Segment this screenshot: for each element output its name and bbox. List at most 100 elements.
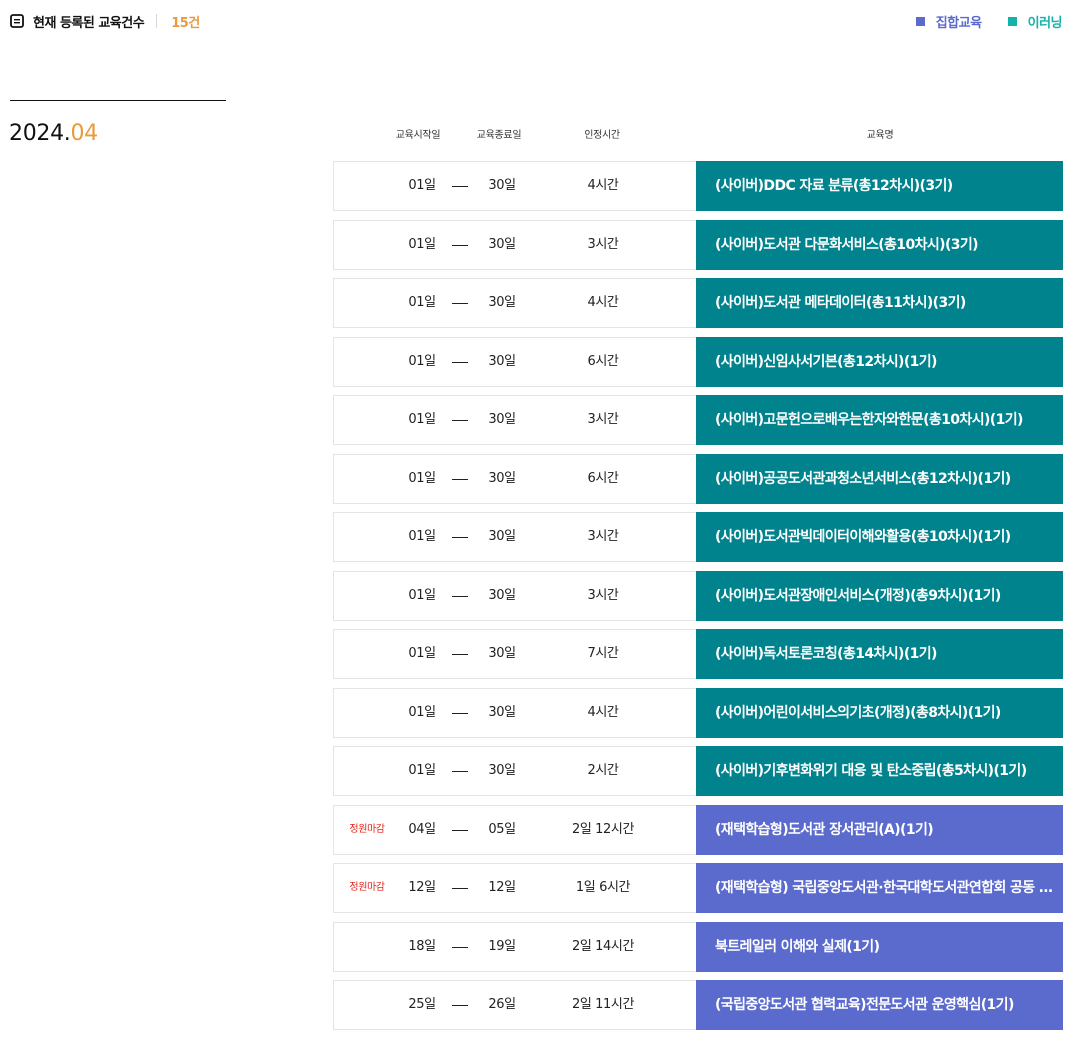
course-row[interactable]: 01일 30일 4시간 (사이버)어린이서비스의기초(개정)(총8차시)(1기) [333, 687, 1063, 738]
legend-group-education[interactable]: 집합교육 [915, 12, 982, 31]
status-badge [334, 689, 400, 737]
date-range-dash [452, 303, 468, 304]
course-title[interactable]: (국립중앙도서관 협력교육)전문도서관 운영핵심(1기) [696, 980, 1063, 1030]
start-date: 01일 [408, 412, 436, 427]
course-schedule: 01일 30일 7시간 [333, 629, 696, 679]
course-title[interactable]: (사이버)DDC 자료 분류(총12차시)(3기) [696, 161, 1063, 211]
course-row[interactable]: 01일 30일 3시간 (사이버)도서관빅데이터이해와활용(총10차시)(1기) [333, 512, 1063, 562]
status-badge [334, 162, 400, 210]
course-title[interactable]: (재택학습형) 국립중앙도서관·한국대학도서관연합회 공동 교육 [696, 863, 1063, 913]
course-schedule: 01일 30일 6시간 [333, 453, 696, 504]
legend-swatch-group [915, 16, 925, 26]
course-title[interactable]: 북트레일러 이해와 실제(1기) [696, 921, 1063, 972]
date-range-dash [452, 946, 468, 948]
course-count-value: 15건 [171, 15, 200, 31]
month-number: 04 [70, 121, 98, 146]
status-badge [334, 221, 400, 269]
start-date: 01일 [408, 529, 436, 544]
course-title[interactable]: (사이버)도서관 다문화서비스(총10차시)(3기) [696, 219, 1063, 270]
end-date: 30일 [488, 763, 516, 778]
end-date: 05일 [488, 821, 516, 837]
end-date: 30일 [488, 295, 516, 310]
course-list: 01일 30일 4시간 (사이버)DDC 자료 분류(총12차시)(3기) 01일 30일… [333, 161, 1063, 1039]
credit-hours: 2일 12시간 [571, 821, 635, 837]
course-row[interactable]: 정원마감 12일 12일 1일 6시간 (재택학습형) 국립중앙도서관·한국대학도서관연… [333, 863, 1063, 913]
end-date: 30일 [488, 470, 516, 486]
column-end-date: 교육종료일 [476, 130, 522, 141]
end-date: 12일 [488, 880, 516, 895]
course-row[interactable]: 01일 30일 3시간 (사이버)도서관 다문화서비스(총10차시)(3기) [333, 219, 1063, 270]
legend-label-group: 집합교육 [935, 15, 982, 31]
end-date: 30일 [488, 236, 516, 252]
course-title[interactable]: (사이버)어린이서비스의기초(개정)(총8차시)(1기) [696, 687, 1063, 738]
date-range-dash [452, 888, 468, 889]
month-year: 2024. [9, 121, 71, 146]
course-title[interactable]: (사이버)독서토론코칭(총14차시)(1기) [696, 629, 1063, 679]
date-range-dash [452, 1005, 468, 1006]
course-schedule: 01일 30일 4시간 [333, 161, 696, 211]
course-title[interactable]: (사이버)공공도서관과청소년서비스(총12차시)(1기) [696, 453, 1063, 504]
course-row[interactable]: 01일 30일 3시간 (사이버)고문헌으로배우는한자와한문(총10차시)(1기) [333, 395, 1063, 445]
status-badge: 정원마감 [349, 823, 385, 835]
course-row[interactable]: 01일 30일 4시간 (사이버)도서관 메타데이터(총11차시)(3기) [333, 278, 1063, 328]
course-row[interactable]: 25일 26일 2일 11시간 (국립중앙도서관 협력교육)전문도서관 운영핵심(1기… [333, 980, 1063, 1030]
legend: 집합교육 이러닝 [915, 10, 1063, 32]
course-title[interactable]: (재택학습형)도서관 장서관리(A)(1기) [696, 804, 1063, 855]
column-course-title: 교육명 [866, 130, 894, 141]
course-count-label: 현재 등록된 교육건수 [33, 15, 145, 31]
credit-hours: 4시간 [587, 295, 619, 310]
course-row[interactable]: 01일 30일 7시간 (사이버)독서토론코칭(총14차시)(1기) [333, 629, 1063, 679]
course-row[interactable]: 01일 30일 6시간 (사이버)공공도서관과청소년서비스(총12차시)(1기) [333, 453, 1063, 504]
course-schedule: 01일 30일 3시간 [333, 395, 696, 445]
course-schedule: 정원마감 04일 05일 2일 12시간 [333, 804, 696, 855]
credit-hours: 3시간 [587, 412, 619, 427]
course-title[interactable]: (사이버)고문헌으로배우는한자와한문(총10차시)(1기) [696, 395, 1063, 445]
start-date: 12일 [408, 880, 436, 895]
course-row[interactable]: 01일 30일 4시간 (사이버)DDC 자료 분류(총12차시)(3기) [333, 161, 1063, 211]
course-schedule: 18일 19일 2일 14시간 [333, 921, 696, 972]
end-date: 30일 [488, 412, 516, 427]
course-row[interactable]: 정원마감 04일 05일 2일 12시간 (재택학습형)도서관 장서관리(A)(1기) [333, 804, 1063, 855]
course-schedule: 01일 30일 3시간 [333, 219, 696, 270]
status-badge [334, 396, 400, 444]
column-hours: 인정시간 [584, 130, 620, 141]
course-title[interactable]: (사이버)신임사서기본(총12차시)(1기) [696, 336, 1063, 387]
status-badge [334, 279, 400, 327]
end-date: 30일 [488, 646, 516, 661]
start-date: 01일 [408, 353, 436, 369]
end-date: 30일 [488, 704, 516, 720]
course-row[interactable]: 01일 30일 6시간 (사이버)신임사서기본(총12차시)(1기) [333, 336, 1063, 387]
course-schedule: 01일 30일 2시간 [333, 746, 696, 796]
course-title[interactable]: (사이버)기후변화위기 대응 및 탄소중립(총5차시)(1기) [696, 746, 1063, 796]
credit-hours: 1일 6시간 [575, 880, 631, 895]
date-range-dash [452, 186, 468, 187]
table-header: 교육시작일 교육종료일 인정시간 교육명 [333, 126, 1063, 141]
course-row[interactable]: 01일 30일 3시간 (사이버)도서관장애인서비스(개정)(총9차시)(1기) [333, 570, 1063, 621]
course-schedule: 01일 30일 4시간 [333, 687, 696, 738]
date-range-dash [452, 361, 468, 363]
credit-hours: 2일 11시간 [571, 997, 635, 1012]
course-row[interactable]: 01일 30일 2시간 (사이버)기후변화위기 대응 및 탄소중립(총5차시)(1기) [333, 746, 1063, 796]
date-range-dash [452, 420, 468, 421]
start-date: 01일 [408, 178, 436, 193]
course-title[interactable]: (사이버)도서관빅데이터이해와활용(총10차시)(1기) [696, 512, 1063, 562]
credit-hours: 3시간 [587, 236, 619, 252]
course-title[interactable]: (사이버)도서관 메타데이터(총11차시)(3기) [696, 278, 1063, 328]
course-schedule: 01일 30일 3시간 [333, 570, 696, 621]
date-range-dash [452, 595, 468, 597]
status-badge: 정원마감 [349, 882, 385, 893]
legend-label-elearning: 이러닝 [1027, 15, 1063, 31]
course-schedule: 정원마감 12일 12일 1일 6시간 [333, 863, 696, 913]
course-row[interactable]: 18일 19일 2일 14시간 북트레일러 이해와 실제(1기) [333, 921, 1063, 972]
course-title[interactable]: (사이버)도서관장애인서비스(개정)(총9차시)(1기) [696, 570, 1063, 621]
credit-hours: 4시간 [587, 178, 619, 193]
start-date: 04일 [408, 821, 436, 837]
start-date: 01일 [408, 763, 436, 778]
course-schedule: 01일 30일 6시간 [333, 336, 696, 387]
start-date: 01일 [408, 295, 436, 310]
course-schedule: 01일 30일 3시간 [333, 512, 696, 562]
legend-elearning[interactable]: 이러닝 [1007, 12, 1063, 31]
date-range-dash [452, 654, 468, 655]
status-badge [334, 513, 400, 561]
end-date: 19일 [488, 938, 516, 954]
